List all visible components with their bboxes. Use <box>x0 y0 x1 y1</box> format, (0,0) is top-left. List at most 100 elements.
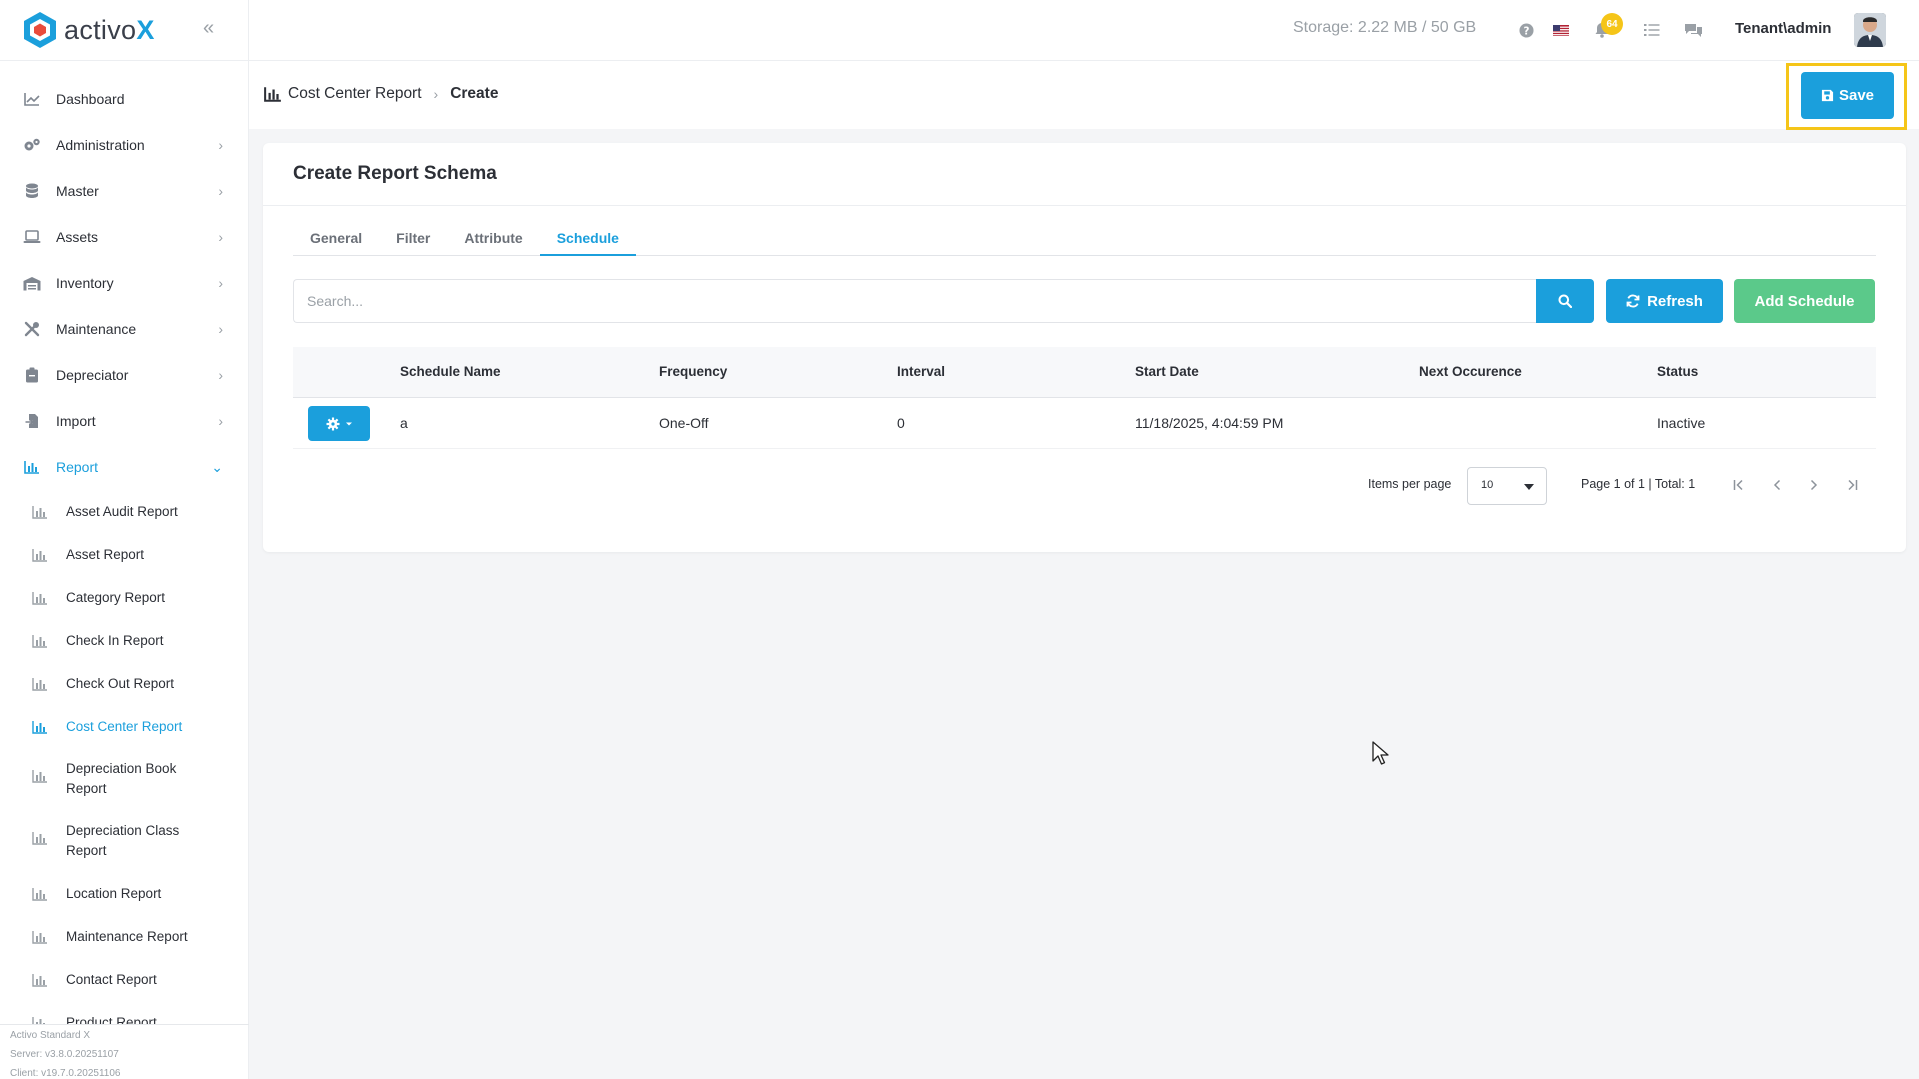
sidebar-item-dashboard[interactable]: Dashboard <box>0 76 249 122</box>
caret-down-icon <box>1524 484 1534 490</box>
sidebar-subitem-contact-report[interactable]: Contact Report <box>0 958 249 1001</box>
last-page-icon <box>1848 479 1858 491</box>
first-page-button[interactable] <box>1729 475 1749 495</box>
save-button-label: Save <box>1838 87 1875 104</box>
chart-bar-icon <box>264 87 281 102</box>
task-list-icon[interactable] <box>1641 19 1663 41</box>
add-schedule-button[interactable]: Add Schedule <box>1734 279 1875 323</box>
sidebar-subitem-check-out-report[interactable]: Check Out Report <box>0 662 249 705</box>
sidebar-item-label: Depreciator <box>56 367 129 383</box>
sidebar-item-administration[interactable]: Administration › <box>0 122 249 168</box>
database-icon <box>22 181 42 201</box>
previous-page-button[interactable] <box>1767 475 1787 495</box>
report-schema-card: Create Report Schema General Filter Attr… <box>263 143 1906 552</box>
sidebar-item-label: Master <box>56 183 99 199</box>
tab-attribute[interactable]: Attribute <box>447 221 539 256</box>
sidebar-subitem-depreciation-book-report[interactable]: Depreciation Book Report <box>0 748 249 810</box>
table-row: a One-Off 0 11/18/2025, 4:04:59 PM Inact… <box>293 398 1876 449</box>
breadcrumb-parent[interactable]: Cost Center Report <box>288 85 422 103</box>
cell-schedule-name: a <box>400 415 408 431</box>
product-name: Activo Standard X <box>10 1030 91 1041</box>
chevron-right-icon: › <box>218 183 223 199</box>
search-button[interactable] <box>1536 279 1594 323</box>
column-header-status[interactable]: Status <box>1657 364 1698 379</box>
schedule-table: Schedule Name Frequency Interval Start D… <box>293 347 1876 449</box>
sidebar-item-inventory[interactable]: Inventory › <box>0 260 249 306</box>
notification-badge: 64 <box>1601 13 1623 35</box>
sidebar-subitem-product-report[interactable]: Product Report <box>0 1001 249 1024</box>
column-header-start-date[interactable]: Start Date <box>1135 364 1199 379</box>
sidebar-item-master[interactable]: Master › <box>0 168 249 214</box>
chevron-left-icon <box>1773 479 1781 491</box>
tab-filter[interactable]: Filter <box>379 221 447 256</box>
sidebar-subitem-category-report[interactable]: Category Report <box>0 576 249 619</box>
sidebar-item-label: Dashboard <box>56 91 125 107</box>
sidebar: activoX « Dashboard Administration › Mas… <box>0 0 249 1079</box>
sidebar-subitem-label: Contact Report <box>66 971 157 987</box>
brand[interactable]: activoX <box>22 10 155 50</box>
user-name[interactable]: Tenant\admin <box>1735 20 1831 37</box>
activox-logo-icon <box>24 12 56 48</box>
row-actions-dropdown[interactable] <box>308 406 370 441</box>
gears-icon <box>22 135 42 155</box>
cell-frequency: One-Off <box>659 415 709 431</box>
sidebar-item-depreciator[interactable]: Depreciator › <box>0 352 249 398</box>
items-per-page-value: 10 <box>1481 479 1494 491</box>
refresh-button-label: Refresh <box>1647 292 1703 310</box>
tab-schedule[interactable]: Schedule <box>539 221 636 256</box>
sidebar-item-assets[interactable]: Assets › <box>0 214 249 260</box>
warehouse-icon <box>22 273 42 293</box>
sidebar-subitem-maintenance-report[interactable]: Maintenance Report <box>0 915 249 958</box>
search-input[interactable] <box>293 279 1536 323</box>
sidebar-subitem-label: Product Report <box>66 1014 157 1025</box>
chevron-right-icon: › <box>433 86 439 102</box>
sidebar-subitem-check-in-report[interactable]: Check In Report <box>0 619 249 662</box>
chevron-right-icon: › <box>218 275 223 291</box>
sidebar-item-label: Maintenance <box>56 321 137 337</box>
next-page-button[interactable] <box>1804 475 1824 495</box>
breadcrumb-current: Create <box>450 85 499 102</box>
breadcrumb-bar: Cost Center Report › Create <box>249 61 1919 129</box>
chart-bar-icon <box>32 548 47 562</box>
sidebar-item-report[interactable]: Report ⌄ <box>0 444 249 490</box>
sidebar-subitem-label: Category Report <box>66 589 166 605</box>
help-icon[interactable]: ? <box>1515 19 1537 41</box>
divider <box>0 60 249 61</box>
caret-down-icon <box>345 422 352 425</box>
chart-line-icon <box>22 89 42 109</box>
sidebar-item-maintenance[interactable]: Maintenance › <box>0 306 249 352</box>
column-header-frequency[interactable]: Frequency <box>659 364 727 379</box>
cell-start-date: 11/18/2025, 4:04:59 PM <box>1135 415 1284 431</box>
refresh-button[interactable]: Refresh <box>1606 279 1723 323</box>
chart-bar-icon <box>32 634 47 648</box>
items-per-page-select[interactable]: 10 <box>1467 467 1547 505</box>
sidebar-subitem-cost-center-report[interactable]: Cost Center Report <box>0 705 249 748</box>
last-page-button[interactable] <box>1842 475 1862 495</box>
sidebar-subitem-asset-audit-report[interactable]: Asset Audit Report <box>0 490 249 533</box>
chevron-right-icon: › <box>218 229 223 245</box>
collapse-sidebar-icon[interactable]: « <box>203 16 223 40</box>
divider <box>263 205 1906 206</box>
sidebar-subitem-label: Depreciation Book Report <box>66 761 177 796</box>
column-header-interval[interactable]: Interval <box>897 364 945 379</box>
sidebar-subitem-location-report[interactable]: Location Report <box>0 872 249 915</box>
column-header-schedule-name[interactable]: Schedule Name <box>400 364 501 379</box>
chevron-right-icon: › <box>218 367 223 383</box>
sidebar-subitem-label: Cost Center Report <box>66 718 183 734</box>
chevron-right-icon: › <box>218 321 223 337</box>
us-flag-icon[interactable] <box>1550 19 1572 41</box>
client-version: Client: v19.7.0.20251106 <box>10 1068 121 1079</box>
breadcrumb: Cost Center Report › Create <box>264 85 498 103</box>
chat-icon[interactable] <box>1682 19 1704 41</box>
save-button[interactable]: Save <box>1801 72 1894 119</box>
chart-bar-icon <box>32 720 47 734</box>
file-import-icon <box>22 411 42 431</box>
chart-bar-icon <box>32 930 47 944</box>
sidebar-subitem-depreciation-class-report[interactable]: Depreciation Class Report <box>0 810 249 872</box>
chevron-down-icon: ⌄ <box>211 458 223 475</box>
column-header-next-occurence[interactable]: Next Occurence <box>1419 364 1522 379</box>
sidebar-subitem-asset-report[interactable]: Asset Report <box>0 533 249 576</box>
avatar[interactable] <box>1854 13 1886 47</box>
tab-general[interactable]: General <box>293 221 379 256</box>
sidebar-item-import[interactable]: Import › <box>0 398 249 444</box>
